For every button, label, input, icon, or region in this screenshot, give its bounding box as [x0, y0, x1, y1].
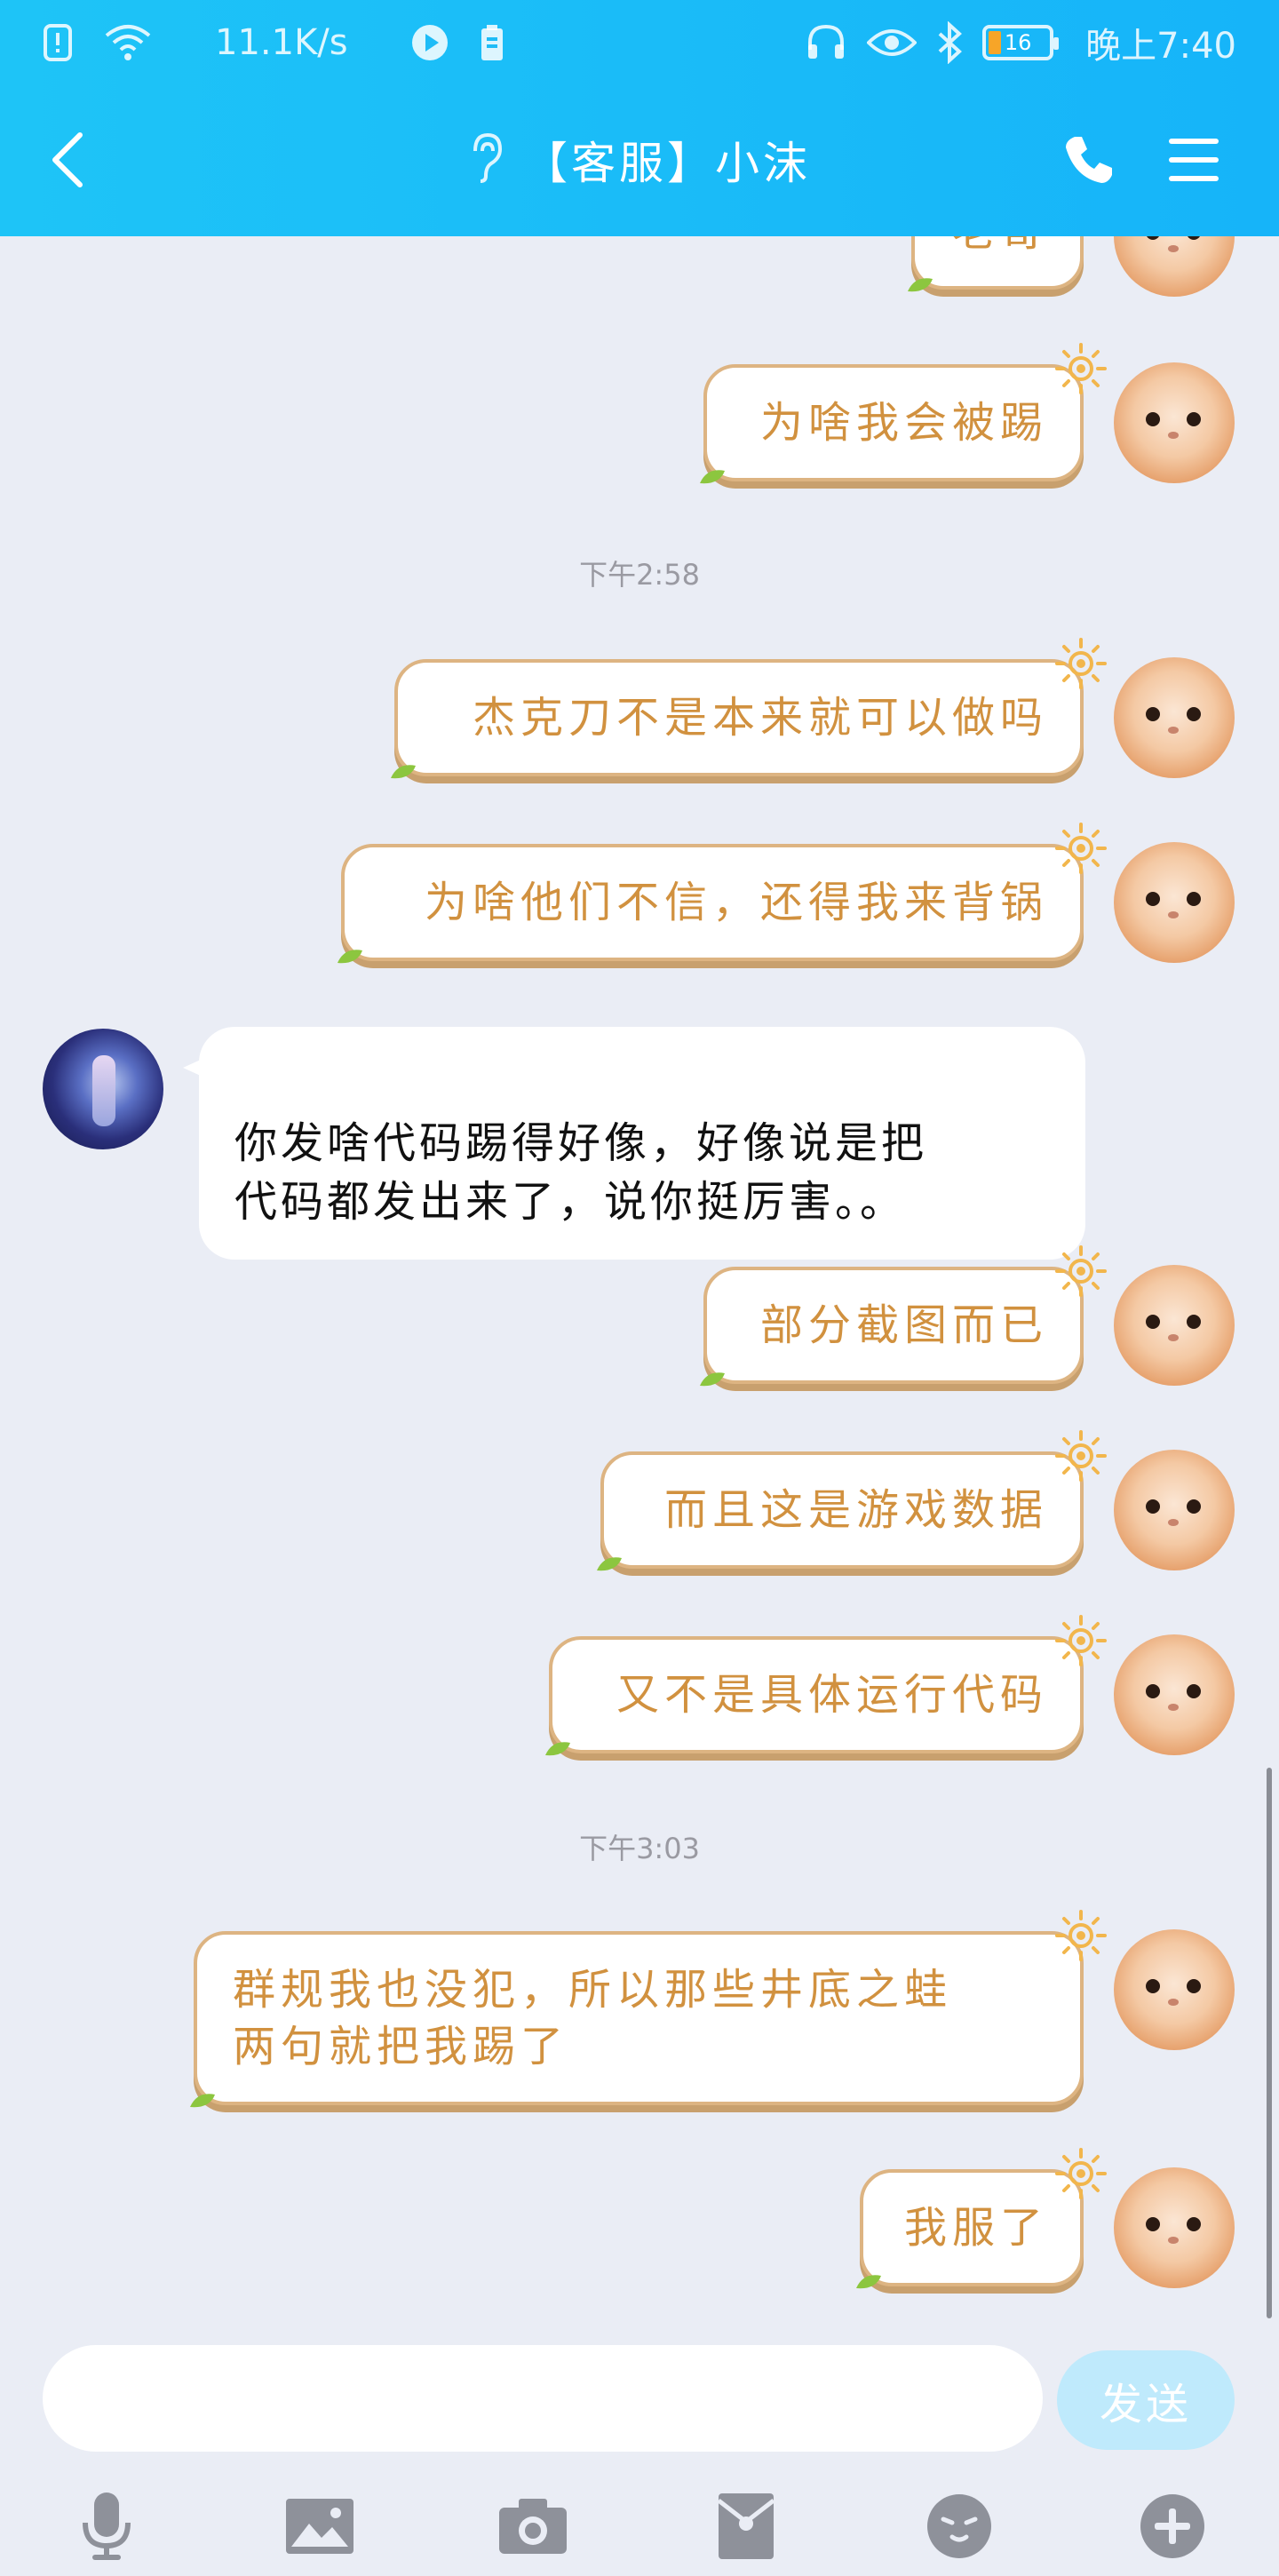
clock: 晚上7:40: [1085, 26, 1236, 67]
top-header: 11.1K/s 16 晚上7:40 【客服】小沫: [0, 0, 1279, 236]
eye-icon: [867, 25, 918, 60]
image-icon: [286, 2499, 354, 2554]
message-timestamp: 下午2:58: [579, 558, 700, 592]
my-message-bubble[interactable]: 老哥: [908, 236, 1084, 292]
message-text: 而且这是游戏数据: [663, 1485, 1048, 1535]
wifi-icon: [103, 23, 153, 62]
emoji-icon: [927, 2494, 991, 2558]
leaf-icon: [190, 2094, 215, 2108]
my-message-bubble[interactable]: 群规我也没犯，所以那些井底之蛙 两句就把我踢了: [190, 1910, 1107, 2108]
leaf-icon: [856, 2275, 881, 2289]
my-avatar[interactable]: [1114, 1929, 1235, 2050]
my-avatar[interactable]: [1114, 236, 1235, 297]
storage-icon: [480, 23, 504, 62]
message-timestamp: 下午3:03: [579, 1832, 700, 1865]
battery-icon: 16: [982, 25, 1060, 60]
sun-icon: [1055, 343, 1107, 394]
sun-icon: [1055, 638, 1107, 689]
camera-icon: [499, 2499, 567, 2554]
my-message-bubble[interactable]: 为啥我会被踢: [700, 343, 1107, 484]
sun-icon: [1055, 1615, 1107, 1666]
my-message-bubble[interactable]: 部分截图而已: [700, 1245, 1107, 1387]
chat-scrollbar[interactable]: [1267, 1768, 1272, 2318]
message-text: 部分截图而已: [759, 1300, 1048, 1350]
message-text: 杰克刀不是本来就可以做吗: [472, 693, 1048, 743]
menu-button[interactable]: [1160, 128, 1227, 192]
leaf-icon: [700, 1372, 725, 1387]
status-bar: 11.1K/s 16 晚上7:40: [0, 0, 1279, 85]
my-avatar[interactable]: [1114, 1265, 1235, 1386]
message-text: 我服了: [903, 2203, 1048, 2253]
leaf-icon: [338, 950, 362, 964]
call-button[interactable]: [1053, 128, 1124, 192]
sun-icon: [1055, 823, 1107, 874]
leaf-icon: [908, 278, 933, 292]
sun-icon: [1055, 1430, 1107, 1482]
leaf-icon: [597, 1557, 622, 1571]
leaf-icon: [391, 765, 416, 779]
sim-alert-icon: [43, 23, 73, 62]
sun-icon: [1055, 1910, 1107, 1961]
red-packet-button[interactable]: [709, 2489, 783, 2564]
contact-message-bubble[interactable]: 你发啥代码踢得好像，好像说是把 代码都发出来了，说你挺厉害。。: [183, 1027, 1085, 1260]
play-icon: [410, 23, 449, 62]
title-bar: 【客服】小沫: [0, 107, 1279, 213]
chevron-left-icon: [52, 132, 83, 187]
net-speed: 11.1K/s: [215, 22, 348, 63]
message-text: 你发啥代码踢得好像，好像说是把 代码都发出来了，说你挺厉害。。: [234, 1118, 928, 1227]
send-button[interactable]: 发送: [1057, 2350, 1235, 2450]
my-message-bubble[interactable]: 为啥他们不信，还得我来背锅: [338, 823, 1107, 964]
message-input[interactable]: [43, 2345, 1043, 2452]
more-button[interactable]: [1135, 2489, 1210, 2564]
my-message-bubble[interactable]: 杰克刀不是本来就可以做吗: [391, 638, 1107, 779]
red-packet-icon: [717, 2493, 775, 2559]
image-button[interactable]: [282, 2489, 357, 2564]
microphone-icon: [83, 2493, 131, 2560]
my-avatar[interactable]: [1114, 1450, 1235, 1570]
battery-level: 16: [1004, 30, 1032, 55]
back-button[interactable]: [36, 128, 99, 192]
sun-icon: [1055, 1245, 1107, 1297]
message-text: 群规我也没犯，所以那些井底之蛙 两句就把我踢了: [233, 1965, 953, 2071]
message-text: 为啥我会被踢: [759, 398, 1048, 448]
my-avatar[interactable]: [1114, 1634, 1235, 1755]
camera-button[interactable]: [496, 2489, 570, 2564]
headphones-icon: [805, 23, 847, 62]
chat-title: 【客服】小沫: [523, 138, 811, 189]
my-message-bubble[interactable]: 而且这是游戏数据: [597, 1430, 1107, 1571]
my-message-bubble[interactable]: 我服了: [856, 2148, 1107, 2289]
my-avatar[interactable]: [1114, 842, 1235, 963]
my-avatar[interactable]: [1114, 362, 1235, 483]
plus-icon: [1140, 2494, 1204, 2558]
leaf-icon: [545, 1742, 570, 1756]
contact-avatar[interactable]: [43, 1029, 163, 1149]
input-toolbar: [0, 2469, 1279, 2576]
message-text: 为啥他们不信，还得我来背锅: [424, 878, 1048, 927]
message-text: 又不是具体运行代码: [616, 1670, 1048, 1720]
emoji-button[interactable]: [922, 2489, 997, 2564]
bluetooth-icon: [936, 21, 963, 64]
sun-icon: [1055, 2148, 1107, 2199]
chat-messages[interactable]: 老哥 为啥我会被踢 下午2:58 杰克刀不是本来就可以做吗 为啥他们不信，还得我…: [0, 236, 1279, 2341]
voice-button[interactable]: [69, 2489, 144, 2564]
ear-icon: [468, 131, 504, 188]
my-avatar[interactable]: [1114, 657, 1235, 778]
my-message-bubble[interactable]: 又不是具体运行代码: [545, 1615, 1107, 1756]
phone-icon: [1066, 137, 1112, 183]
hamburger-menu-icon: [1169, 139, 1219, 181]
message-text: 老哥: [952, 236, 1048, 259]
my-avatar[interactable]: [1114, 2167, 1235, 2288]
leaf-icon: [700, 470, 725, 484]
